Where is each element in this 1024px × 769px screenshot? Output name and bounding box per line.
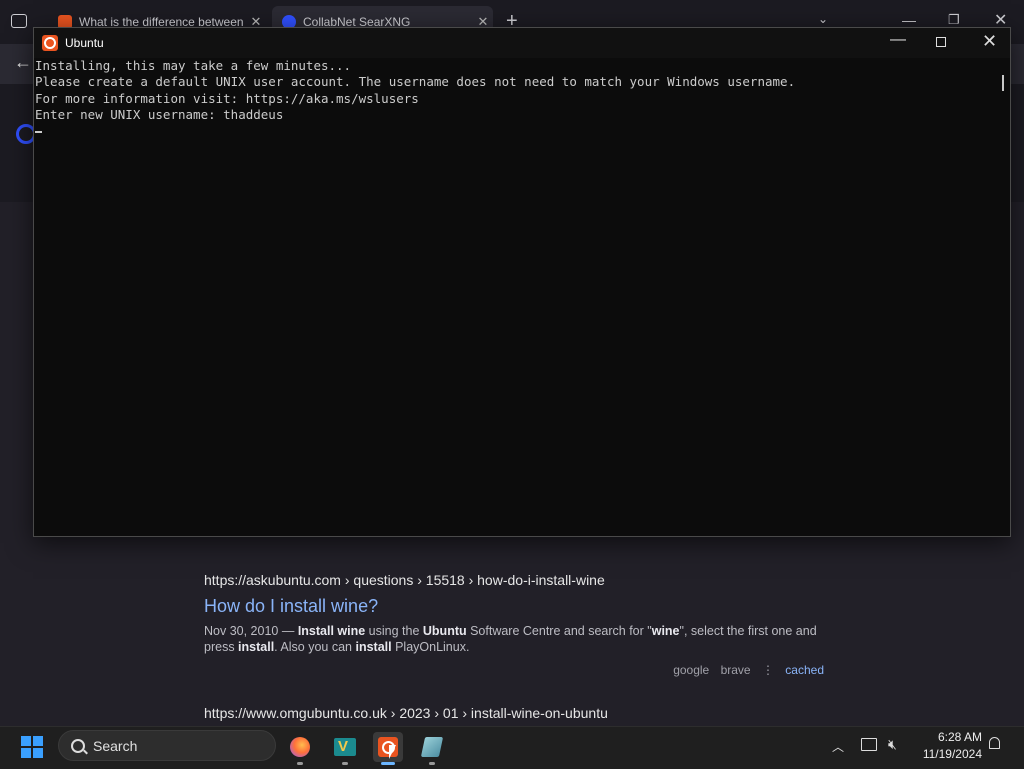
clock-date[interactable]: 11/19/2024 bbox=[912, 747, 982, 761]
visual-studio-icon[interactable] bbox=[330, 732, 360, 765]
result-url[interactable]: https://www.omgubuntu.co.uk › 2023 › 01 … bbox=[204, 705, 824, 721]
console-title: Ubuntu bbox=[65, 36, 104, 50]
list-all-tabs-icon[interactable]: ⌄ bbox=[818, 12, 828, 26]
engine-google: google bbox=[673, 663, 710, 677]
search-label: Search bbox=[93, 738, 138, 754]
show-hidden-icons-chevron-icon[interactable]: ︿ bbox=[832, 738, 844, 755]
result-engines: google brave ⋮ cached bbox=[204, 663, 824, 677]
volume-muted-icon[interactable]: 🔇︎ bbox=[888, 736, 897, 753]
browser-restore-icon[interactable]: ❐ bbox=[948, 12, 960, 28]
ubuntu-taskbar-icon[interactable] bbox=[373, 732, 403, 765]
windows-start-icon[interactable] bbox=[21, 736, 43, 758]
notification-bell-icon[interactable] bbox=[989, 737, 1000, 749]
close-icon[interactable]: ✕ bbox=[982, 31, 997, 52]
snippet-text: using the bbox=[365, 624, 423, 638]
result-title[interactable]: How do I install wine? bbox=[204, 596, 824, 617]
search-icon bbox=[71, 739, 85, 753]
console-scrollbar[interactable] bbox=[1002, 75, 1004, 91]
network-icon[interactable] bbox=[861, 738, 877, 751]
search-result: https://www.omgubuntu.co.uk › 2023 › 01 … bbox=[204, 705, 824, 721]
snippet-highlight: Ubuntu bbox=[422, 624, 467, 638]
console-line: For more information visit: https://aka.… bbox=[35, 90, 419, 106]
maximize-icon[interactable] bbox=[936, 37, 946, 47]
snippet-text: . Also you can bbox=[274, 640, 356, 654]
text-cursor bbox=[35, 130, 42, 133]
engine-separator: ⋮ bbox=[761, 663, 774, 677]
ubuntu-icon bbox=[42, 35, 58, 51]
snippet-text: PlayOnLinux. bbox=[391, 640, 470, 654]
taskbar: Search ︿ 🔇︎ 6:28 AM 11/19/2024 bbox=[0, 726, 1024, 769]
console-titlebar[interactable]: Ubuntu — ✕ bbox=[34, 28, 1010, 58]
snippet-text: Nov 30, 2010 — bbox=[204, 624, 298, 638]
clock-time[interactable]: 6:28 AM bbox=[920, 730, 982, 744]
cached-link[interactable]: cached bbox=[785, 663, 824, 677]
console-cursor-line bbox=[35, 123, 998, 139]
console-line: Please create a default UNIX user accoun… bbox=[35, 74, 796, 90]
notepad-icon[interactable] bbox=[417, 732, 447, 765]
snippet-highlight: install bbox=[238, 640, 275, 654]
taskbar-search-box[interactable]: Search bbox=[58, 730, 276, 761]
browser-minimize-icon[interactable]: — bbox=[902, 12, 916, 28]
search-result: https://askubuntu.com › questions › 1551… bbox=[204, 572, 824, 677]
minimize-icon[interactable]: — bbox=[890, 31, 906, 49]
back-arrow-icon[interactable]: ← bbox=[14, 52, 32, 73]
snippet-highlight: Install wine bbox=[297, 624, 366, 638]
ubuntu-console-window[interactable]: Ubuntu — ✕ Installing, this may take a f… bbox=[33, 27, 1011, 537]
result-url[interactable]: https://askubuntu.com › questions › 1551… bbox=[204, 572, 824, 588]
snippet-highlight: wine bbox=[651, 624, 680, 638]
firefox-icon[interactable] bbox=[285, 732, 315, 765]
mouse-pointer-icon bbox=[389, 745, 396, 759]
engine-brave: brave bbox=[720, 663, 751, 677]
console-line: Installing, this may take a few minutes.… bbox=[35, 58, 352, 73]
sidebar-toggle-icon[interactable] bbox=[11, 14, 27, 28]
snippet-text: Software Centre and search for " bbox=[466, 624, 652, 638]
snippet-highlight: install bbox=[355, 640, 392, 654]
console-output[interactable]: Installing, this may take a few minutes.… bbox=[34, 58, 998, 536]
console-line: Enter new UNIX username: thaddeus bbox=[35, 106, 284, 122]
result-snippet: Nov 30, 2010 — Install wine using the Ub… bbox=[204, 623, 824, 655]
